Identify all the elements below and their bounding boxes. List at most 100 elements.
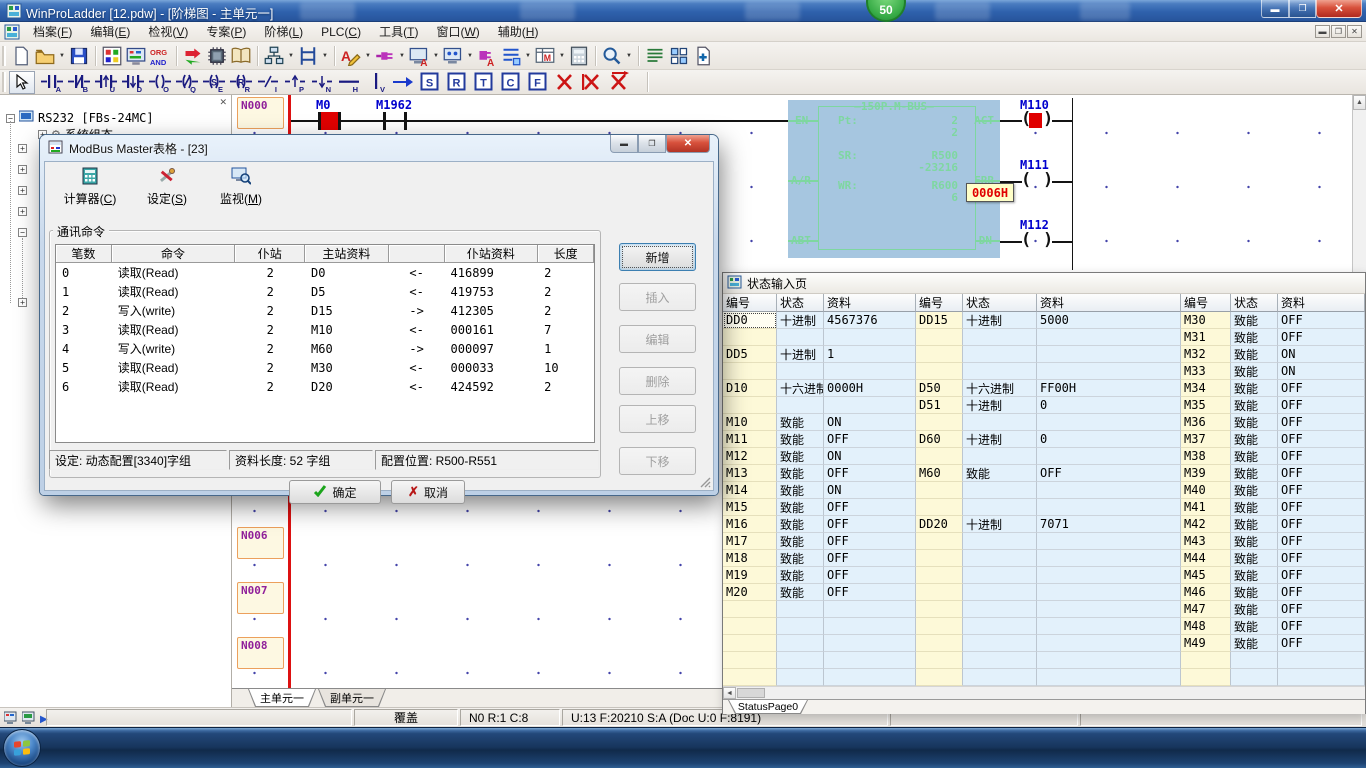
scroll-thumb[interactable] <box>737 688 765 698</box>
status-cell[interactable]: OFF <box>1278 601 1365 618</box>
status-cell[interactable]: M42 <box>1181 516 1231 533</box>
status-cell[interactable]: 致能 <box>777 499 824 516</box>
status-row[interactable]: M12致能ONM38致能OFF <box>723 448 1365 465</box>
status-cell[interactable] <box>916 618 963 635</box>
menu-6[interactable]: PLC(C) <box>312 22 370 42</box>
status-cell[interactable]: 7071 <box>1037 516 1181 533</box>
status-cell[interactable]: M43 <box>1181 533 1231 550</box>
plug-a-button[interactable]: A <box>475 44 499 68</box>
scroll-left-icon[interactable]: ◄ <box>723 687 736 699</box>
status-row[interactable]: DD0十进制4567376DD15十进制5000M30致能OFF <box>723 312 1365 329</box>
status-row[interactable]: M31致能OFF <box>723 329 1365 346</box>
status-cell[interactable] <box>777 635 824 652</box>
ladder-contact-up-U-button[interactable]: U <box>93 71 120 94</box>
status-cell[interactable]: OFF <box>824 567 916 584</box>
status-cell[interactable]: 致能 <box>1231 499 1278 516</box>
status-cell[interactable]: OFF <box>824 431 916 448</box>
status-cell[interactable]: M49 <box>1181 635 1231 652</box>
ladder-contact-down-D-button[interactable]: D <box>120 71 147 94</box>
status-cell[interactable] <box>824 618 916 635</box>
command-row[interactable]: 2写入(write)2D15->4123052 <box>56 301 594 320</box>
status-cell[interactable] <box>1037 499 1181 516</box>
status-cell[interactable]: 致能 <box>1231 380 1278 397</box>
status-cell[interactable]: M39 <box>1181 465 1231 482</box>
status-col-header[interactable]: 状态 <box>1231 294 1278 312</box>
ladder-coil-r-R-button[interactable]: RR <box>228 71 255 94</box>
status-cell[interactable]: OFF <box>1278 465 1365 482</box>
command-col-header[interactable]: 仆站资料 <box>445 245 539 263</box>
status-cell[interactable] <box>1037 567 1181 584</box>
close-button[interactable]: ✕ <box>1316 0 1362 18</box>
status-cell[interactable] <box>1231 669 1278 686</box>
run-plug-button[interactable] <box>373 44 397 68</box>
status-cell[interactable]: M17 <box>723 533 777 550</box>
status-cell[interactable] <box>1037 601 1181 618</box>
status-cell[interactable]: M30 <box>1181 312 1231 329</box>
status-cell[interactable]: M34 <box>1181 380 1231 397</box>
status-cell[interactable] <box>1037 652 1181 669</box>
status-cell[interactable] <box>824 635 916 652</box>
menu-4[interactable]: 专案(P) <box>197 22 255 42</box>
status-cell[interactable]: 致能 <box>1231 482 1278 499</box>
ladder-x-button[interactable] <box>552 71 579 94</box>
status-cell[interactable]: M36 <box>1181 414 1231 431</box>
status-cell[interactable]: ON <box>824 448 916 465</box>
status-cell[interactable]: DD5 <box>723 346 777 363</box>
expand-icon[interactable]: + <box>18 144 27 153</box>
status-row[interactable]: M19致能OFFM45致能OFF <box>723 567 1365 584</box>
minimize-button[interactable]: ▬ <box>1261 0 1289 18</box>
status-cell[interactable]: M46 <box>1181 584 1231 601</box>
add-unit-button[interactable] <box>691 44 715 68</box>
status-cell[interactable]: ON <box>824 482 916 499</box>
command-col-header[interactable] <box>389 245 445 263</box>
tab-status-page[interactable]: StatusPage0 <box>728 700 808 714</box>
status-cell[interactable] <box>1037 618 1181 635</box>
status-cell[interactable] <box>963 329 1037 346</box>
project-grid-button[interactable] <box>100 44 124 68</box>
status-cell[interactable] <box>963 652 1037 669</box>
transfer-button[interactable] <box>181 44 205 68</box>
status-cell[interactable]: OFF <box>1278 448 1365 465</box>
status-cell[interactable]: OFF <box>1278 584 1365 601</box>
new-file-button[interactable] <box>9 44 33 68</box>
ladder-fall-N-button[interactable]: N <box>309 71 336 94</box>
status-cell[interactable] <box>777 397 824 414</box>
status-cell[interactable] <box>824 329 916 346</box>
save-file-button[interactable] <box>67 44 91 68</box>
tab-main-unit[interactable]: 主单元一 <box>248 689 316 707</box>
cancel-button[interactable]: ✗ 取消 <box>391 480 465 504</box>
status-cell[interactable]: 致能 <box>777 567 824 584</box>
status-cell[interactable]: M45 <box>1181 567 1231 584</box>
ladder-rise-P-button[interactable]: P <box>282 71 309 94</box>
status-cell[interactable]: OFF <box>824 584 916 601</box>
side-button-1[interactable]: 新增 <box>619 243 696 271</box>
status-cell[interactable]: 致能 <box>963 465 1037 482</box>
comment-book-button[interactable] <box>229 44 253 68</box>
scroll-up-icon[interactable]: ▲ <box>1353 95 1366 110</box>
status-cell[interactable]: 0 <box>1037 431 1181 448</box>
monitor-tool-button[interactable]: 监视(M) <box>211 166 271 208</box>
status-cell[interactable]: 致能 <box>777 414 824 431</box>
status-cell[interactable] <box>1037 363 1181 380</box>
status-row[interactable]: M16致能OFFDD20十进制7071M42致能OFF <box>723 516 1365 533</box>
status-row[interactable]: M10致能ONM36致能OFF <box>723 414 1365 431</box>
status-cell[interactable]: M32 <box>1181 346 1231 363</box>
dialog-close-button[interactable]: ✕ <box>666 135 710 153</box>
status-col-header[interactable]: 资料 <box>1037 294 1181 312</box>
status-cell[interactable] <box>1037 550 1181 567</box>
ladder-box-C-button[interactable]: C <box>498 71 525 94</box>
ladder-view-button[interactable] <box>296 44 320 68</box>
status-cell[interactable]: D50 <box>916 380 963 397</box>
status-row[interactable]: M49致能OFF <box>723 635 1365 652</box>
status-cell[interactable] <box>916 499 963 516</box>
status-cell[interactable]: 致能 <box>1231 635 1278 652</box>
status-cell[interactable] <box>1037 346 1181 363</box>
status-cell[interactable] <box>916 669 963 686</box>
status-col-header[interactable]: 资料 <box>824 294 916 312</box>
status-cell[interactable]: 致能 <box>1231 363 1278 380</box>
chip-button[interactable] <box>205 44 229 68</box>
maximize-button[interactable]: ❐ <box>1289 0 1316 18</box>
ladder-x-arrow-button[interactable] <box>606 71 633 94</box>
status-cell[interactable]: 致能 <box>1231 397 1278 414</box>
status-cell[interactable]: M13 <box>723 465 777 482</box>
